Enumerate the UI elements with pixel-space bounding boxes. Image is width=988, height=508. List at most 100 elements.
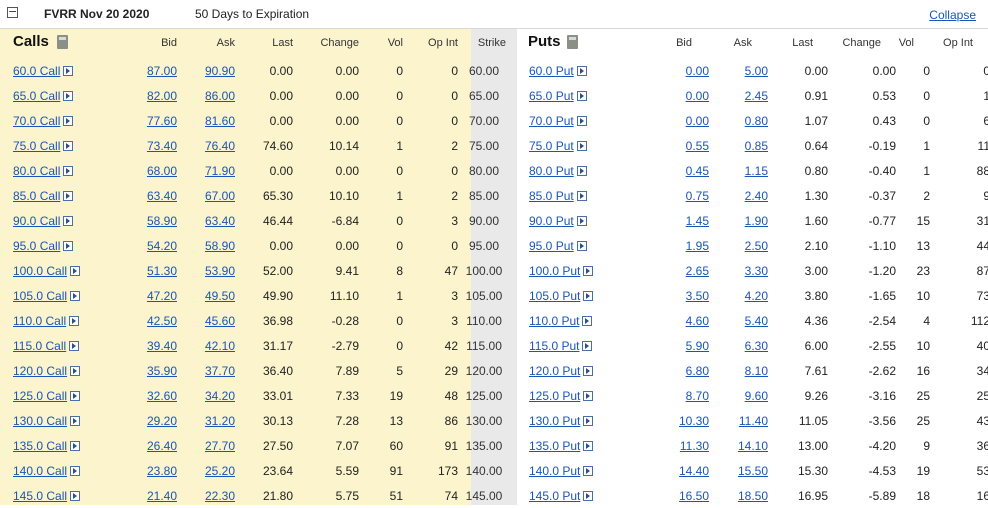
put-ask-link[interactable]: 14.10: [738, 439, 768, 453]
put-ask-link[interactable]: 18.50: [738, 489, 768, 503]
call-bid-link[interactable]: 51.30: [147, 264, 177, 278]
put-bid-link[interactable]: 1.45: [686, 214, 709, 228]
put-ask-link[interactable]: 2.40: [745, 189, 768, 203]
open-detail-arrow-icon[interactable]: [582, 340, 593, 351]
open-detail-arrow-icon[interactable]: [576, 115, 587, 126]
put-contract-link[interactable]: 85.0 Put: [529, 189, 574, 203]
collapse-toggle-icon[interactable]: −: [7, 6, 18, 18]
open-detail-arrow-icon[interactable]: [576, 65, 587, 76]
call-ask-link[interactable]: 76.40: [205, 139, 235, 153]
call-bid-link[interactable]: 73.40: [147, 139, 177, 153]
open-detail-arrow-icon[interactable]: [70, 365, 81, 376]
put-ask-link[interactable]: 2.45: [745, 89, 768, 103]
put-contract-link[interactable]: 115.0 Put: [529, 339, 579, 353]
open-detail-arrow-icon[interactable]: [63, 215, 74, 226]
put-bid-link[interactable]: 11.30: [680, 439, 709, 453]
put-contract-link[interactable]: 130.0 Put: [529, 414, 580, 428]
put-ask-link[interactable]: 6.30: [745, 339, 768, 353]
open-detail-arrow-icon[interactable]: [576, 190, 587, 201]
call-contract-link[interactable]: 95.0 Call: [13, 239, 60, 253]
open-detail-arrow-icon[interactable]: [583, 490, 594, 501]
put-ask-link[interactable]: 4.20: [745, 289, 768, 303]
put-bid-link[interactable]: 2.65: [686, 264, 709, 278]
open-detail-arrow-icon[interactable]: [576, 240, 587, 251]
open-detail-arrow-icon[interactable]: [69, 315, 80, 326]
open-detail-arrow-icon[interactable]: [582, 315, 593, 326]
call-contract-link[interactable]: 90.0 Call: [13, 214, 60, 228]
call-bid-link[interactable]: 87.00: [147, 64, 177, 78]
put-ask-link[interactable]: 1.15: [745, 164, 768, 178]
open-detail-arrow-icon[interactable]: [69, 340, 80, 351]
put-contract-link[interactable]: 100.0 Put: [529, 264, 580, 278]
open-detail-arrow-icon[interactable]: [70, 465, 81, 476]
open-detail-arrow-icon[interactable]: [583, 365, 594, 376]
call-bid-link[interactable]: 32.60: [147, 389, 177, 403]
put-bid-link[interactable]: 16.50: [679, 489, 709, 503]
put-contract-link[interactable]: 65.0 Put: [529, 89, 574, 103]
put-ask-link[interactable]: 9.60: [745, 389, 768, 403]
put-ask-link[interactable]: 5.40: [745, 314, 768, 328]
call-bid-link[interactable]: 58.90: [147, 214, 177, 228]
call-ask-link[interactable]: 34.20: [205, 389, 235, 403]
call-bid-link[interactable]: 35.90: [147, 364, 177, 378]
call-contract-link[interactable]: 130.0 Call: [13, 414, 67, 428]
put-bid-link[interactable]: 1.95: [686, 239, 709, 253]
put-ask-link[interactable]: 3.30: [745, 264, 768, 278]
put-ask-link[interactable]: 0.80: [745, 114, 768, 128]
call-bid-link[interactable]: 63.40: [147, 189, 177, 203]
put-ask-link[interactable]: 5.00: [745, 64, 768, 78]
put-bid-link[interactable]: 0.00: [686, 64, 709, 78]
call-ask-link[interactable]: 49.50: [205, 289, 235, 303]
open-detail-arrow-icon[interactable]: [576, 215, 587, 226]
put-contract-link[interactable]: 60.0 Put: [529, 64, 574, 78]
call-contract-link[interactable]: 65.0 Call: [13, 89, 60, 103]
call-contract-link[interactable]: 60.0 Call: [13, 64, 60, 78]
put-contract-link[interactable]: 90.0 Put: [529, 214, 574, 228]
put-contract-link[interactable]: 70.0 Put: [529, 114, 574, 128]
call-contract-link[interactable]: 80.0 Call: [13, 164, 60, 178]
call-bid-link[interactable]: 39.40: [147, 339, 177, 353]
call-ask-link[interactable]: 81.60: [205, 114, 235, 128]
call-ask-link[interactable]: 86.00: [205, 89, 235, 103]
call-bid-link[interactable]: 68.00: [147, 164, 177, 178]
puts-calculator-icon[interactable]: [567, 35, 578, 49]
open-detail-arrow-icon[interactable]: [576, 140, 587, 151]
put-ask-link[interactable]: 1.90: [745, 214, 768, 228]
open-detail-arrow-icon[interactable]: [70, 415, 81, 426]
call-bid-link[interactable]: 82.00: [147, 89, 177, 103]
open-detail-arrow-icon[interactable]: [63, 115, 74, 126]
put-contract-link[interactable]: 140.0 Put: [529, 464, 580, 478]
open-detail-arrow-icon[interactable]: [70, 390, 81, 401]
put-bid-link[interactable]: 0.00: [686, 89, 709, 103]
call-ask-link[interactable]: 31.20: [205, 414, 235, 428]
call-contract-link[interactable]: 110.0 Call: [13, 314, 66, 328]
collapse-link[interactable]: Collapse: [929, 8, 976, 22]
call-ask-link[interactable]: 53.90: [205, 264, 235, 278]
put-bid-link[interactable]: 0.45: [686, 164, 709, 178]
put-ask-link[interactable]: 8.10: [745, 364, 768, 378]
call-contract-link[interactable]: 70.0 Call: [13, 114, 60, 128]
call-ask-link[interactable]: 22.30: [205, 489, 235, 503]
put-contract-link[interactable]: 95.0 Put: [529, 239, 574, 253]
call-bid-link[interactable]: 21.40: [147, 489, 177, 503]
put-bid-link[interactable]: 8.70: [686, 389, 709, 403]
call-ask-link[interactable]: 71.90: [205, 164, 235, 178]
open-detail-arrow-icon[interactable]: [70, 490, 81, 501]
call-ask-link[interactable]: 37.70: [205, 364, 235, 378]
call-contract-link[interactable]: 85.0 Call: [13, 189, 60, 203]
put-contract-link[interactable]: 135.0 Put: [529, 439, 580, 453]
open-detail-arrow-icon[interactable]: [70, 265, 81, 276]
put-contract-link[interactable]: 80.0 Put: [529, 164, 574, 178]
open-detail-arrow-icon[interactable]: [576, 165, 587, 176]
open-detail-arrow-icon[interactable]: [63, 90, 74, 101]
call-ask-link[interactable]: 42.10: [205, 339, 235, 353]
open-detail-arrow-icon[interactable]: [63, 240, 74, 251]
put-bid-link[interactable]: 14.40: [679, 464, 709, 478]
put-contract-link[interactable]: 120.0 Put: [529, 364, 580, 378]
call-contract-link[interactable]: 100.0 Call: [13, 264, 67, 278]
call-bid-link[interactable]: 42.50: [147, 314, 177, 328]
put-bid-link[interactable]: 6.80: [686, 364, 709, 378]
put-contract-link[interactable]: 75.0 Put: [529, 139, 574, 153]
put-ask-link[interactable]: 15.50: [738, 464, 768, 478]
open-detail-arrow-icon[interactable]: [70, 440, 81, 451]
